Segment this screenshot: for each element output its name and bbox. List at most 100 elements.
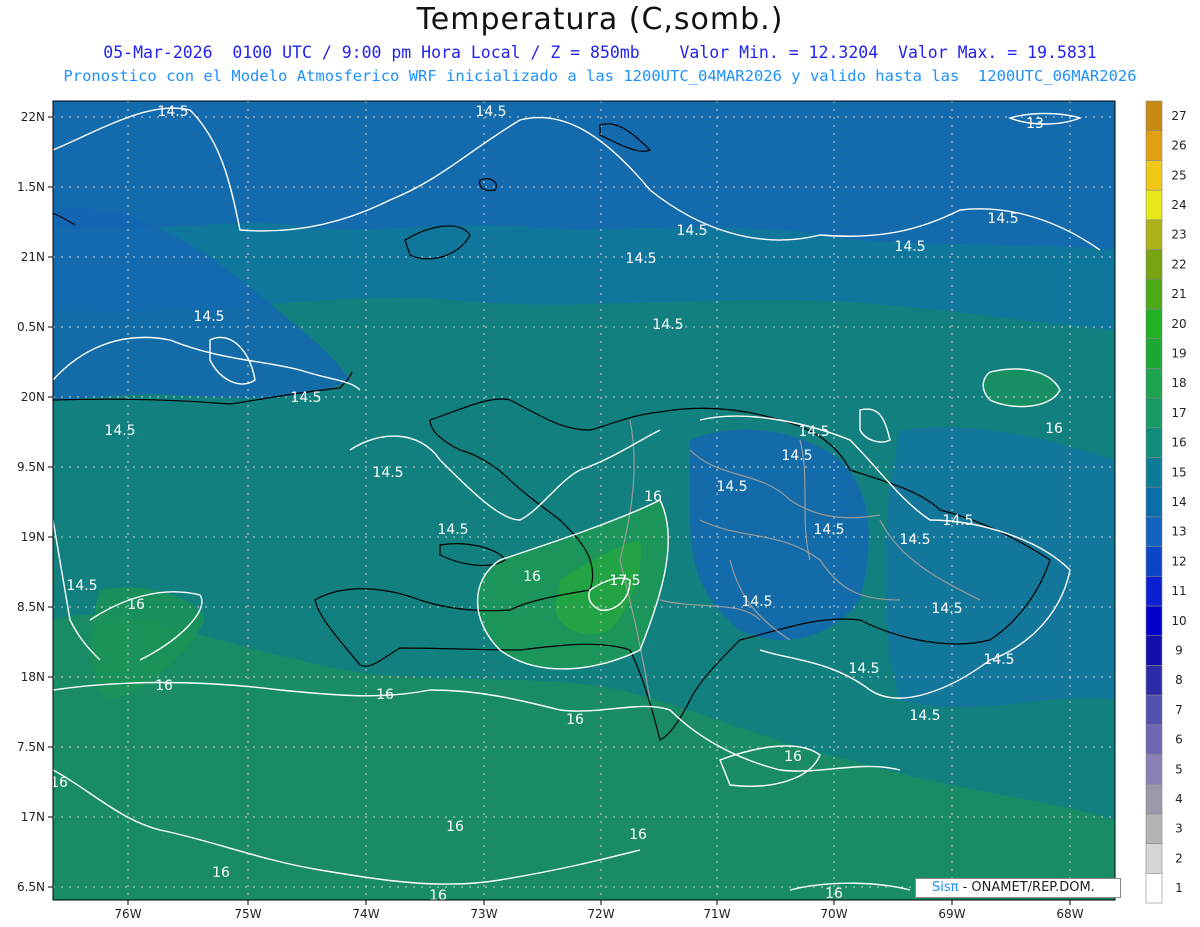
colorbar-swatch xyxy=(1145,130,1163,161)
contour-label: 14.5 xyxy=(676,223,707,239)
temperature-field xyxy=(53,101,1115,900)
lon-label: 72W xyxy=(587,907,614,921)
colorbar-swatch xyxy=(1145,605,1163,636)
lat-label: 20N xyxy=(21,390,45,404)
contour-label: 16 xyxy=(644,489,662,505)
colorbar-label: 8 xyxy=(1175,673,1183,687)
colorbar-label: 25 xyxy=(1171,168,1186,182)
contour-label: 17.5 xyxy=(609,573,640,589)
contour-label: 14.5 xyxy=(157,104,188,120)
colorbar-label: 4 xyxy=(1175,792,1183,806)
colorbar-swatch xyxy=(1145,694,1163,726)
colorbar-swatch xyxy=(1145,813,1163,844)
lon-label: 69W xyxy=(938,907,965,921)
lon-label: 76W xyxy=(114,907,141,921)
colorbar-swatch xyxy=(1145,338,1163,369)
colorbar-swatch xyxy=(1145,427,1163,458)
colorbar: 1234567891011121314151617181920212223242… xyxy=(1145,100,1187,904)
colorbar-label: 26 xyxy=(1171,139,1186,153)
colorbar-swatch xyxy=(1145,724,1163,755)
contour-label: 16 xyxy=(429,888,447,904)
contour-label: 14.5 xyxy=(899,532,930,548)
contour-label: 16 xyxy=(446,819,464,835)
lat-label: 19N xyxy=(21,530,45,544)
colorbar-swatch xyxy=(1145,843,1163,874)
contour-label: 14.5 xyxy=(625,251,656,267)
contour-label: 14.5 xyxy=(909,708,940,724)
lat-label: 9.5N xyxy=(17,460,45,474)
lat-label: 21N xyxy=(21,250,45,264)
contour-label: 16 xyxy=(566,712,584,728)
lat-label: 1.5N xyxy=(17,180,45,194)
colorbar-swatch xyxy=(1145,872,1163,904)
contour-label: 14.5 xyxy=(193,309,224,325)
contour-label: 14.5 xyxy=(942,513,973,529)
colorbar-label: 20 xyxy=(1171,317,1186,331)
colorbar-swatch xyxy=(1145,516,1163,547)
colorbar-swatch xyxy=(1145,486,1163,518)
colorbar-swatch xyxy=(1145,397,1163,429)
lat-label: 7.5N xyxy=(17,740,45,754)
colorbar-swatch xyxy=(1145,635,1163,666)
contour-label: 14.5 xyxy=(848,661,879,677)
colorbar-label: 12 xyxy=(1171,554,1186,568)
contour-label-extra: 14.5 xyxy=(983,652,1014,668)
contour-label-extra: 14.5 xyxy=(781,448,812,464)
colorbar-label: 6 xyxy=(1175,733,1183,747)
contour-label: 16 xyxy=(784,749,802,765)
longitude-axis: 76W 75W 74W 73W 72W 71W 70W 69W 68W xyxy=(114,900,1084,921)
contour-label: 16 xyxy=(629,827,647,843)
contour-label: 16 xyxy=(127,597,145,613)
latitude-axis: 22N 1.5N 21N 0.5N 20N 9.5N 19N 8.5N 18N 7.5N 17N 6.… xyxy=(17,110,53,894)
colorbar-swatch xyxy=(1145,368,1163,399)
colorbar-label: 10 xyxy=(1171,614,1186,628)
colorbar-swatch xyxy=(1145,249,1163,280)
lon-label: 73W xyxy=(470,907,497,921)
contour-label: 13 xyxy=(1026,116,1044,132)
contour-label: 14.5 xyxy=(290,390,321,406)
colorbar-label: 3 xyxy=(1175,822,1183,836)
lon-label: 71W xyxy=(703,907,730,921)
contour-label: 14.5 xyxy=(66,578,97,594)
credit-box: Sisπ - ONAMET/REP.DOM. xyxy=(915,878,1121,898)
colorbar-swatch xyxy=(1145,189,1163,221)
sispi-logo: Sisπ xyxy=(932,880,959,895)
colorbar-label: 21 xyxy=(1171,287,1186,301)
credit-text: - ONAMET/REP.DOM. xyxy=(962,880,1095,895)
contour-label: 14.5 xyxy=(372,465,403,481)
colorbar-label: 17 xyxy=(1171,406,1186,420)
colorbar-swatch xyxy=(1145,783,1163,815)
lat-label: 6.5N xyxy=(17,880,45,894)
lon-label: 75W xyxy=(234,907,261,921)
colorbar-label: 5 xyxy=(1175,762,1183,776)
colorbar-label: 9 xyxy=(1175,644,1183,658)
colorbar-label: 16 xyxy=(1171,436,1186,450)
colorbar-label: 14 xyxy=(1171,495,1186,509)
lat-label: 17N xyxy=(21,810,45,824)
colorbar-label: 7 xyxy=(1175,703,1183,717)
colorbar-label: 11 xyxy=(1171,584,1186,598)
contour-label: 14.5 xyxy=(813,522,844,538)
contour-label: 14.5 xyxy=(931,601,962,617)
colorbar-label: 27 xyxy=(1171,109,1186,123)
colorbar-swatch xyxy=(1145,160,1163,191)
colorbar-label: 19 xyxy=(1171,346,1186,360)
colorbar-label: 22 xyxy=(1171,257,1186,271)
contour-label: 16 xyxy=(1045,421,1063,437)
colorbar-label: 24 xyxy=(1171,198,1186,212)
contour-label-extra: 14.5 xyxy=(716,479,747,495)
lat-label: 0.5N xyxy=(17,320,45,334)
colorbar-label: 18 xyxy=(1171,376,1186,390)
colorbar-swatch xyxy=(1145,100,1163,132)
temperature-map: 14.5 14.5 14.5 14.5 14.5 14.5 14.5 14.5 14.5 14.5… xyxy=(17,100,1187,921)
colorbar-swatch xyxy=(1145,457,1163,488)
colorbar-label: 1 xyxy=(1175,881,1183,895)
contour-label: 16 xyxy=(523,569,541,585)
colorbar-swatch xyxy=(1145,546,1163,577)
lon-label: 74W xyxy=(352,907,379,921)
contour-label: 16 xyxy=(212,865,230,881)
lon-label: 70W xyxy=(820,907,847,921)
contour-label: 14.5 xyxy=(798,424,829,440)
colorbar-swatch xyxy=(1145,575,1163,607)
contour-label: 16 xyxy=(376,687,394,703)
